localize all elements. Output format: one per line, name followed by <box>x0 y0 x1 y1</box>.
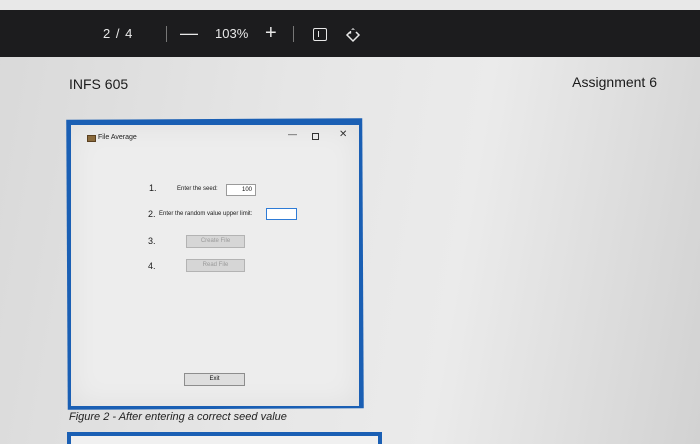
next-figure-window <box>71 436 378 444</box>
course-code: INFS 605 <box>69 76 129 92</box>
seed-label: Enter the seed: <box>177 186 218 192</box>
page-indicator[interactable]: 2 / 4 <box>103 10 133 57</box>
assignment-title: Assignment 6 <box>572 74 657 90</box>
top-strip <box>0 0 700 10</box>
zoom-in-button[interactable]: + <box>265 10 277 57</box>
exit-button[interactable]: Exit <box>184 373 245 386</box>
fit-page-icon[interactable] <box>313 28 327 41</box>
toolbar-separator <box>166 26 167 42</box>
zoom-level[interactable]: 103% <box>215 10 248 57</box>
seed-input[interactable]: 100 <box>226 184 256 196</box>
rotate-icon[interactable] <box>345 27 361 43</box>
create-file-button[interactable]: Create File <box>186 235 245 248</box>
maximize-icon[interactable] <box>312 133 319 140</box>
toolbar-separator <box>293 26 294 42</box>
close-button[interactable]: ✕ <box>339 129 347 140</box>
minimize-button[interactable]: — <box>288 129 297 139</box>
zoom-out-button[interactable]: — <box>180 10 198 57</box>
step-number: 2. <box>148 209 156 219</box>
read-file-button[interactable]: Read File <box>186 259 245 272</box>
app-window-titlebar: File Average — ✕ <box>71 125 359 151</box>
pdf-viewer-toolbar: 2 / 4 — 103% + <box>0 10 700 57</box>
upper-limit-label: Enter the random value upper limit: <box>159 211 253 217</box>
app-icon <box>87 135 96 142</box>
figure-caption: Figure 2 - After entering a correct seed… <box>69 411 287 423</box>
step-number: 3. <box>148 236 156 246</box>
upper-limit-input[interactable] <box>266 208 297 220</box>
step-number: 1. <box>149 183 157 193</box>
step-number: 4. <box>148 261 156 271</box>
app-window: File Average — ✕ 1. Enter the seed: 100 … <box>71 125 359 406</box>
app-window-title: File Average <box>98 134 137 141</box>
